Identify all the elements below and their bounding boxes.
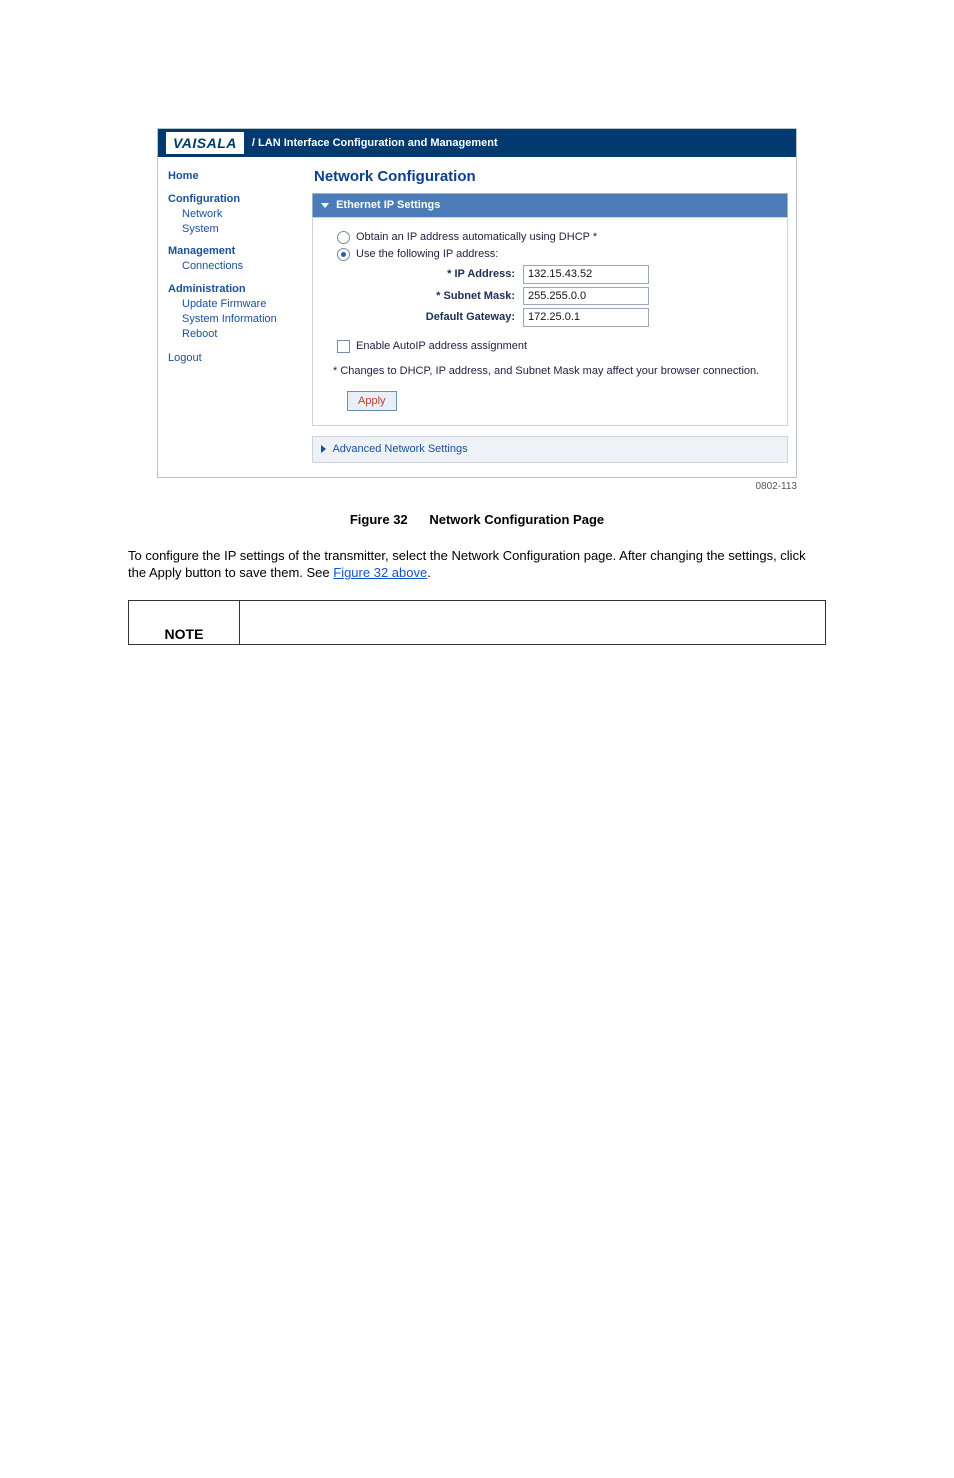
mask-label: * Subnet Mask: bbox=[387, 289, 515, 304]
panel-header-advanced[interactable]: Advanced Network Settings bbox=[312, 436, 788, 463]
autoip-label: Enable AutoIP address assignment bbox=[356, 339, 527, 354]
figure-screenshot: VAISALA / LAN Interface Configuration an… bbox=[157, 128, 797, 493]
body-text: To configure the IP settings of the tran… bbox=[128, 548, 806, 581]
field-row-ip: * IP Address: 132.15.43.52 bbox=[387, 265, 777, 284]
radio-static[interactable] bbox=[337, 248, 350, 261]
advanced-title: Advanced Network Settings bbox=[332, 443, 467, 455]
autoip-checkbox[interactable] bbox=[337, 340, 350, 353]
radio-row-dhcp[interactable]: Obtain an IP address automatically using… bbox=[337, 230, 777, 245]
app-body: Home Configuration Network System Manage… bbox=[158, 157, 796, 477]
radio-row-static[interactable]: Use the following IP address: bbox=[337, 247, 777, 262]
sidebar-item-logout[interactable]: Logout bbox=[168, 352, 202, 364]
ip-input[interactable]: 132.15.43.52 bbox=[523, 265, 649, 284]
page: VAISALA / LAN Interface Configuration an… bbox=[0, 128, 954, 1478]
gw-label: Default Gateway: bbox=[387, 310, 515, 325]
page-title: Network Configuration bbox=[314, 167, 788, 187]
body-paragraph: To configure the IP settings of the tran… bbox=[128, 547, 826, 582]
ip-label: * IP Address: bbox=[387, 267, 515, 282]
radio-static-label: Use the following IP address: bbox=[356, 247, 498, 262]
caption-number: Figure 32 bbox=[350, 512, 408, 527]
field-row-gw: Default Gateway: 172.25.0.1 bbox=[387, 308, 777, 327]
app-title: / LAN Interface Configuration and Manage… bbox=[252, 136, 498, 151]
chevron-down-icon bbox=[321, 203, 329, 208]
caption-text: Network Configuration Page bbox=[429, 512, 604, 527]
radio-dhcp[interactable] bbox=[337, 231, 350, 244]
mask-input[interactable]: 255.255.0.0 bbox=[523, 287, 649, 306]
panel-ethernet: Obtain an IP address automatically using… bbox=[312, 217, 788, 426]
sidebar-item-system-information[interactable]: System Information bbox=[182, 313, 277, 325]
brand-logo: VAISALA bbox=[166, 132, 244, 155]
note-label: NOTE bbox=[129, 601, 240, 644]
sidebar-item-system[interactable]: System bbox=[182, 223, 219, 235]
sidebar-item-connections[interactable]: Connections bbox=[182, 260, 243, 272]
settings-warning: * Changes to DHCP, IP address, and Subne… bbox=[333, 364, 777, 379]
sidebar: Home Configuration Network System Manage… bbox=[158, 157, 308, 378]
panel-title: Ethernet IP Settings bbox=[336, 199, 440, 211]
sidebar-item-network[interactable]: Network bbox=[182, 208, 222, 220]
sidebar-item-reboot[interactable]: Reboot bbox=[182, 328, 217, 340]
note-box: NOTE bbox=[128, 600, 826, 645]
figure-caption: Figure 32 Network Configuration Page bbox=[0, 511, 954, 529]
apply-button[interactable]: Apply bbox=[347, 391, 397, 411]
figure-ref: 0802-113 bbox=[157, 480, 797, 494]
cross-reference[interactable]: Figure 32 above bbox=[333, 565, 427, 580]
panel-header-ethernet[interactable]: Ethernet IP Settings bbox=[312, 193, 788, 217]
field-row-mask: * Subnet Mask: 255.255.0.0 bbox=[387, 287, 777, 306]
app-header: VAISALA / LAN Interface Configuration an… bbox=[158, 129, 796, 157]
config-ui: VAISALA / LAN Interface Configuration an… bbox=[157, 128, 797, 478]
note-body bbox=[240, 601, 825, 644]
gw-input[interactable]: 172.25.0.1 bbox=[523, 308, 649, 327]
chevron-right-icon bbox=[321, 445, 326, 453]
sidebar-heading-configuration: Configuration bbox=[168, 192, 308, 207]
sidebar-item-update-firmware[interactable]: Update Firmware bbox=[182, 298, 266, 310]
checkbox-row-autoip[interactable]: Enable AutoIP address assignment bbox=[337, 339, 777, 354]
sidebar-heading-administration: Administration bbox=[168, 282, 308, 297]
main-area: Network Configuration Ethernet IP Settin… bbox=[308, 157, 796, 477]
radio-dhcp-label: Obtain an IP address automatically using… bbox=[356, 230, 597, 245]
sidebar-item-home[interactable]: Home bbox=[168, 170, 199, 182]
sidebar-heading-management: Management bbox=[168, 244, 308, 259]
